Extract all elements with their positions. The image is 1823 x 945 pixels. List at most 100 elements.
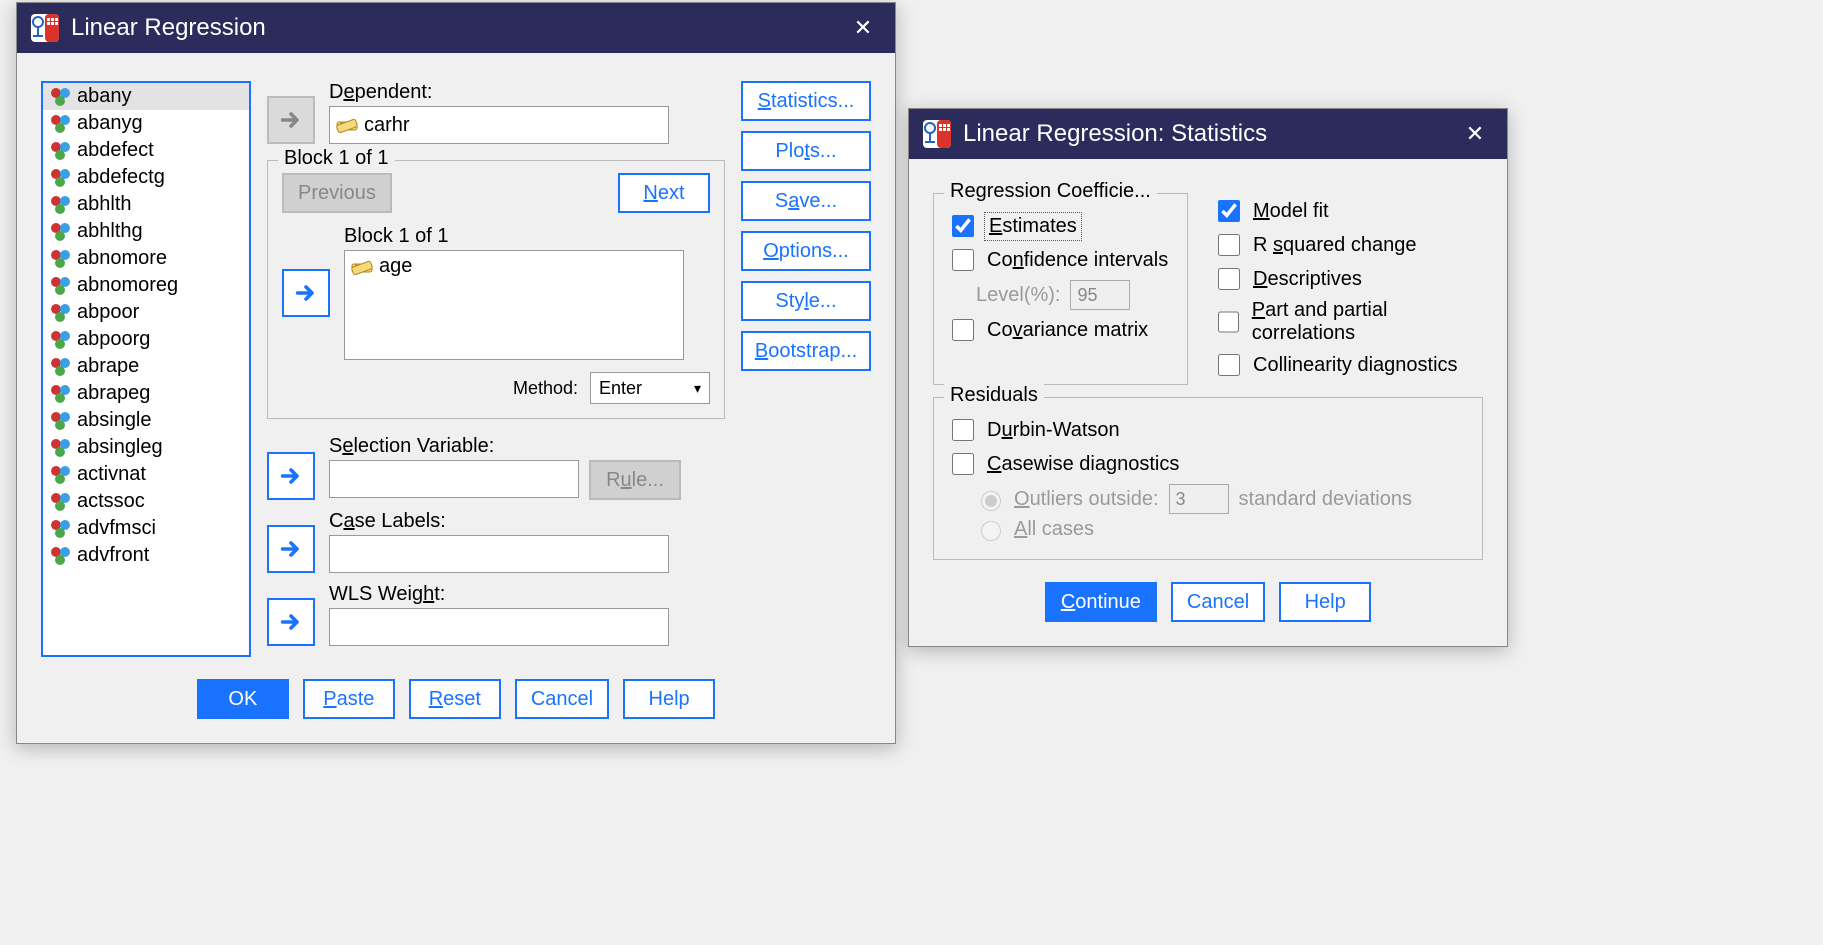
move-to-caselabels-button[interactable] [267, 525, 315, 573]
method-select[interactable]: Enter ▾ [590, 372, 710, 404]
variable-name: abrape [77, 355, 139, 378]
variable-item[interactable]: abdefect [43, 137, 249, 164]
nominal-icon [49, 194, 71, 216]
save-button[interactable]: Save... [741, 181, 871, 221]
chevron-down-icon: ▾ [694, 380, 701, 397]
move-to-dependent-button[interactable] [267, 96, 315, 144]
move-to-block-button[interactable] [282, 269, 330, 317]
ci-level-label: Level(%): [976, 284, 1060, 307]
residuals-legend: Residuals [944, 384, 1044, 407]
durbin-watson-checkbox[interactable]: Durbin-Watson [948, 416, 1468, 444]
ok-button[interactable]: OK [197, 679, 289, 719]
case-labels-field[interactable] [329, 535, 669, 573]
paste-button[interactable]: Paste [303, 679, 395, 719]
block-label: Block 1 of 1 [344, 225, 684, 248]
help-button[interactable]: Help [623, 679, 715, 719]
variable-list[interactable]: abanyabanygabdefectabdefectgabhlthabhlth… [41, 81, 251, 657]
variable-item[interactable]: advfront [43, 542, 249, 569]
right-checkbox-column: Model fit R squared change Descriptives … [1214, 187, 1483, 385]
variable-item[interactable]: absingleg [43, 434, 249, 461]
scale-icon [351, 256, 373, 278]
reset-button[interactable]: Reset [409, 679, 501, 719]
move-to-selection-button[interactable] [267, 452, 315, 500]
help-button[interactable]: Help [1279, 582, 1371, 622]
outliers-outside-radio: Outliers outside: standard deviations [976, 484, 1468, 514]
variable-name: absingleg [77, 436, 163, 459]
style-button[interactable]: Style... [741, 281, 871, 321]
stddev-label: standard deviations [1239, 488, 1412, 511]
variable-item[interactable]: abrape [43, 353, 249, 380]
ci-level-input [1070, 280, 1130, 310]
variable-item[interactable]: activnat [43, 461, 249, 488]
variable-item[interactable]: abhlth [43, 191, 249, 218]
variable-item[interactable]: abany [43, 83, 249, 110]
variable-item[interactable]: abnomoreg [43, 272, 249, 299]
estimates-checkbox[interactable]: Estimates [948, 212, 1173, 240]
spss-app-icon [923, 120, 951, 148]
nominal-icon [49, 302, 71, 324]
titlebar[interactable]: Linear Regression ✕ [17, 3, 895, 53]
variable-name: abhlth [77, 193, 132, 216]
linear-regression-dialog: Linear Regression ✕ abanyabanygabdefecta… [16, 2, 896, 744]
variable-name: abpoorg [77, 328, 150, 351]
variable-item[interactable]: actssoc [43, 488, 249, 515]
casewise-diagnostics-checkbox[interactable]: Casewise diagnostics [948, 450, 1468, 478]
right-button-column: Statistics... Plots... Save... Options..… [741, 81, 871, 657]
method-value: Enter [599, 378, 642, 399]
variable-item[interactable]: abnomore [43, 245, 249, 272]
block-next-button[interactable]: Next [618, 173, 710, 213]
selection-variable-field[interactable] [329, 460, 579, 498]
variable-item[interactable]: abhlthg [43, 218, 249, 245]
confidence-intervals-checkbox[interactable]: Confidence intervals [948, 246, 1173, 274]
part-partial-correlations-checkbox[interactable]: Part and partial correlations [1214, 299, 1483, 345]
covariance-matrix-checkbox[interactable]: Covariance matrix [948, 316, 1173, 344]
nominal-icon [49, 518, 71, 540]
residuals-group: Residuals Durbin-Watson Casewise diagnos… [933, 397, 1483, 560]
variable-item[interactable]: abrapeg [43, 380, 249, 407]
dialog-body: abanyabanygabdefectabdefectgabhlthabhlth… [17, 53, 895, 743]
close-icon[interactable]: ✕ [1457, 116, 1493, 152]
variable-name: abnomore [77, 247, 167, 270]
block-variables-list[interactable]: age [344, 250, 684, 360]
variable-item[interactable]: abpoorg [43, 326, 249, 353]
cancel-button[interactable]: Cancel [515, 679, 609, 719]
rule-button: Rule... [589, 460, 681, 500]
options-button[interactable]: Options... [741, 231, 871, 271]
plots-button[interactable]: Plots... [741, 131, 871, 171]
continue-button[interactable]: Continue [1045, 582, 1157, 622]
bootstrap-button[interactable]: Bootstrap... [741, 331, 871, 371]
variable-name: absingle [77, 409, 152, 432]
collinearity-diagnostics-checkbox[interactable]: Collinearity diagnostics [1214, 351, 1483, 379]
variable-list-container: abanyabanygabdefectabdefectgabhlthabhlth… [41, 81, 251, 657]
variable-name: advfront [77, 544, 149, 567]
wls-weight-field[interactable] [329, 608, 669, 646]
nominal-icon [49, 545, 71, 567]
dialog-title: Linear Regression: Statistics [963, 120, 1457, 148]
case-labels-label: Case Labels: [329, 510, 669, 533]
reg-coef-legend: Regression Coefficie... [944, 180, 1157, 203]
nominal-icon [49, 140, 71, 162]
titlebar[interactable]: Linear Regression: Statistics ✕ [909, 109, 1507, 159]
ci-level-row: Level(%): [976, 280, 1173, 310]
dependent-field[interactable]: carhr [329, 106, 669, 144]
variable-item[interactable]: absingle [43, 407, 249, 434]
variable-item[interactable]: abanyg [43, 110, 249, 137]
descriptives-checkbox[interactable]: Descriptives [1214, 265, 1483, 293]
r-squared-change-checkbox[interactable]: R squared change [1214, 231, 1483, 259]
nominal-icon [49, 113, 71, 135]
dialog-button-row: OK Paste Reset Cancel Help [41, 679, 871, 719]
nominal-icon [49, 221, 71, 243]
cancel-button[interactable]: Cancel [1171, 582, 1265, 622]
model-fit-checkbox[interactable]: Model fit [1214, 197, 1483, 225]
block-legend: Block 1 of 1 [278, 147, 395, 170]
variable-item[interactable]: abpoor [43, 299, 249, 326]
variable-name: abrapeg [77, 382, 150, 405]
nominal-icon [49, 329, 71, 351]
variable-item[interactable]: advfmsci [43, 515, 249, 542]
move-to-wls-button[interactable] [267, 598, 315, 646]
statistics-button[interactable]: Statistics... [741, 81, 871, 121]
variable-item[interactable]: abdefectg [43, 164, 249, 191]
close-icon[interactable]: ✕ [845, 10, 881, 46]
dependent-value: carhr [364, 114, 410, 137]
scale-icon [336, 114, 358, 136]
